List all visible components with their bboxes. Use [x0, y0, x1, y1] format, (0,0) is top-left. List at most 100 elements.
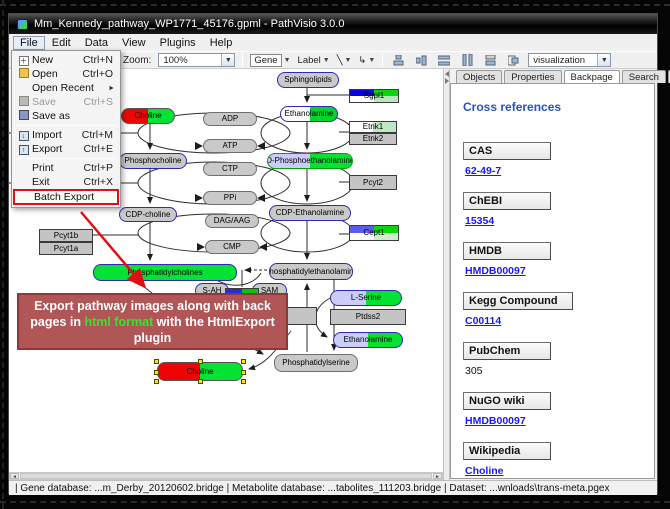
distribute-horizontal-icon[interactable]: [436, 53, 452, 67]
crossref-nugo-link[interactable]: HMDB00097: [465, 415, 526, 427]
selection-handle[interactable]: [154, 370, 159, 375]
selection-handle[interactable]: [154, 359, 159, 364]
node-phosphocholine[interactable]: Phosphocholine: [119, 153, 187, 169]
scroll-right-icon[interactable]: ►: [433, 473, 442, 479]
chevron-down-icon[interactable]: ▼: [368, 57, 375, 64]
gene-node-etnk1[interactable]: Etnk1: [349, 121, 397, 133]
node-ethanolamine-bottom[interactable]: Ethanolamine: [333, 332, 403, 348]
node-choline[interactable]: Choline: [121, 108, 175, 124]
tab-objects[interactable]: Objects: [456, 70, 502, 83]
menu-item-open[interactable]: Open Ctrl+O: [13, 67, 119, 81]
titlebar[interactable]: Mm_Kennedy_pathway_WP1771_45176.gpml - P…: [9, 14, 657, 34]
new-label-button[interactable]: Label▼: [298, 55, 330, 66]
chevron-down-icon[interactable]: ▼: [323, 57, 330, 64]
tab-search[interactable]: Search: [622, 70, 666, 83]
selection-handle[interactable]: [241, 370, 246, 375]
scale-icon[interactable]: [505, 53, 521, 67]
chevron-down-icon[interactable]: ▼: [284, 57, 291, 64]
tab-properties[interactable]: Properties: [504, 70, 561, 83]
gene-node-pcyt1a[interactable]: Pcyt1a: [39, 242, 93, 255]
crossref-chebi-link[interactable]: 15354: [465, 215, 494, 227]
node-sphingolipids[interactable]: Sphingolipids: [277, 72, 339, 88]
zoom-combobox[interactable]: 100% ▼: [158, 53, 235, 67]
node-cdp-choline[interactable]: CDP-choline: [119, 207, 177, 222]
menu-item-open-recent[interactable]: Open Recent ►: [13, 81, 119, 95]
align-center-icon[interactable]: [390, 53, 406, 67]
menu-view[interactable]: View: [115, 36, 153, 50]
tab-backpage[interactable]: Backpage: [564, 70, 620, 83]
gene-node-pcyt1b[interactable]: Pcyt1b: [39, 229, 93, 242]
menu-item-export[interactable]: ↑ Export Ctrl+E: [13, 142, 119, 156]
selection-handle[interactable]: [198, 359, 203, 364]
gene-node-etnk2[interactable]: Etnk2: [349, 133, 397, 145]
menu-item-save[interactable]: Save Ctrl+S: [13, 95, 119, 109]
node-phosphatidylcholines[interactable]: Phosphatidylcholines: [93, 264, 237, 281]
scrollbar-thumb[interactable]: [20, 473, 432, 479]
collapse-left-icon[interactable]: [445, 71, 449, 77]
connector-tool-button[interactable]: ↳▼: [358, 55, 375, 66]
gene-node-ptdss2[interactable]: Ptdss2: [330, 309, 406, 325]
annotation-callout: Export pathway images along with back pa…: [17, 293, 288, 350]
align-middle-icon[interactable]: [413, 53, 429, 67]
crossref-pubchem-value: 305: [465, 365, 483, 377]
node-atp[interactable]: ATP: [203, 139, 257, 153]
crossref-chebi-header: ChEBI: [463, 192, 551, 210]
chevron-down-icon[interactable]: ▼: [597, 54, 610, 66]
menu-plugins[interactable]: Plugins: [153, 36, 203, 50]
expand-right-icon[interactable]: [445, 78, 449, 84]
node-phosphatidylethanolamine[interactable]: Phosphatidylethanolamine: [269, 263, 353, 280]
selection-handle[interactable]: [154, 379, 159, 384]
menu-item-batch-export[interactable]: Batch Export: [13, 189, 119, 205]
crossref-section-nugo: NuGO wiki HMDB00097: [463, 392, 654, 429]
gene-node-pcyt2[interactable]: Pcyt2: [349, 175, 397, 190]
chevron-down-icon[interactable]: ▼: [221, 54, 234, 66]
menu-edit[interactable]: Edit: [45, 36, 78, 50]
node-ppi[interactable]: PPi: [203, 191, 257, 205]
selection-handle[interactable]: [198, 379, 203, 384]
selection-handle[interactable]: [241, 379, 246, 384]
side-panel-tabs: Objects Properties Backpage Search Legen…: [450, 69, 657, 83]
crossref-kegg-link[interactable]: C00114: [465, 315, 501, 327]
crossref-nugo-header: NuGO wiki: [463, 392, 551, 410]
crossref-section-kegg: Kegg Compound C00114: [463, 292, 654, 329]
chevron-down-icon[interactable]: ▼: [344, 57, 351, 64]
node-adp[interactable]: ADP: [203, 112, 257, 126]
node-o-phosphoethanolamine[interactable]: O-Phosphoethanolamine: [267, 153, 353, 169]
crossref-wikipedia-link[interactable]: Choline: [465, 465, 504, 477]
scroll-left-icon[interactable]: ◄: [10, 473, 19, 479]
new-gene-button[interactable]: Gene▼: [250, 54, 290, 67]
gene-node-cept1[interactable]: Cept1: [349, 225, 399, 241]
node-cmp[interactable]: CMP: [205, 240, 259, 254]
distribute-vertical-icon[interactable]: [459, 53, 475, 67]
node-l-serine[interactable]: L-Serine: [330, 290, 402, 306]
save-as-icon: [15, 110, 32, 122]
menu-file[interactable]: File: [13, 36, 45, 50]
node-dag-aag[interactable]: DAG/AAG: [205, 214, 259, 228]
screenshot-edge-artifact: [0, 501, 670, 503]
visualization-combobox[interactable]: visualization ▼: [528, 53, 611, 67]
gene-node-partially-hidden[interactable]: [285, 307, 317, 325]
selection-handle[interactable]: [241, 359, 246, 364]
menu-item-print[interactable]: Print Ctrl+P: [13, 161, 119, 175]
node-ctp[interactable]: CTP: [203, 162, 257, 176]
crossref-hmdb-link[interactable]: HMDB00097: [465, 265, 526, 277]
node-choline-selected[interactable]: Choline: [157, 362, 243, 381]
menu-item-save-as[interactable]: Save as: [13, 109, 119, 123]
canvas-horizontal-scrollbar[interactable]: ◄ ►: [9, 472, 443, 480]
menu-help[interactable]: Help: [203, 36, 240, 50]
menu-data[interactable]: Data: [78, 36, 115, 50]
stack-icon[interactable]: [482, 53, 498, 67]
toolbar-separator: [242, 53, 243, 67]
menu-item-import[interactable]: ↓ Import Ctrl+M: [13, 128, 119, 142]
node-cdp-ethanolamine[interactable]: CDP-Ethanolamine: [269, 205, 351, 221]
node-phosphatidylserine[interactable]: Phosphatidylserine: [274, 354, 358, 372]
save-icon: [15, 96, 32, 108]
node-ethanolamine[interactable]: Ethanolamine: [280, 106, 338, 122]
panel-splitter[interactable]: [443, 69, 450, 480]
crossref-cas-link[interactable]: 62-49-7: [465, 165, 501, 177]
menu-item-new[interactable]: ＋ New Ctrl+N: [13, 53, 119, 67]
statusbar-text: | Gene database: ...m_Derby_20120602.bri…: [15, 483, 609, 494]
gene-node-sgpl1[interactable]: Sgpl1: [349, 89, 399, 103]
menu-item-exit[interactable]: Exit Ctrl+X: [13, 175, 119, 189]
line-tool-button[interactable]: ╲▼: [337, 55, 352, 66]
